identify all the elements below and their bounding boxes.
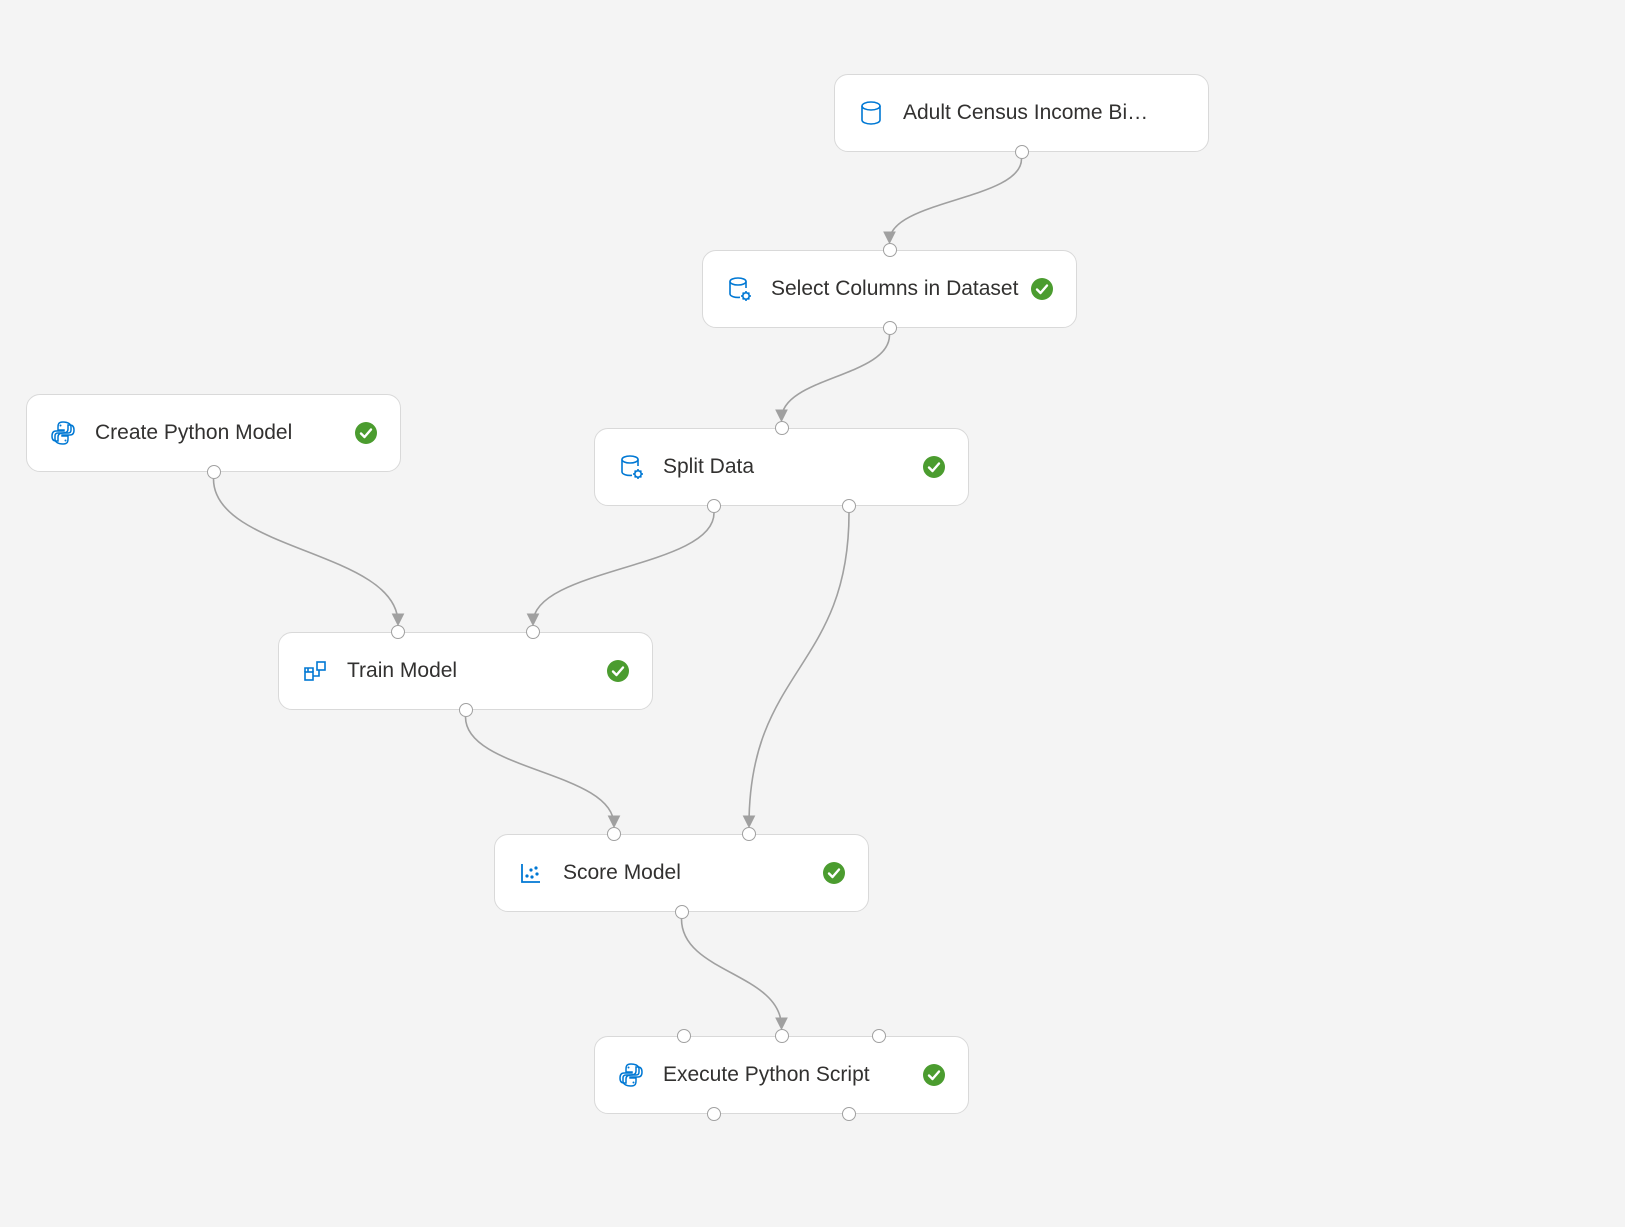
node-label: Select Columns in Dataset xyxy=(771,277,1020,301)
port[interactable] xyxy=(842,499,856,513)
status-badge xyxy=(822,861,846,885)
database-icon xyxy=(857,99,885,127)
database-gear-icon xyxy=(617,453,645,481)
train-icon xyxy=(301,657,329,685)
node-label: Execute Python Script xyxy=(663,1063,912,1087)
node-label: Create Python Model xyxy=(95,421,344,445)
port[interactable] xyxy=(1015,145,1029,159)
python-icon xyxy=(617,1061,645,1089)
node-score[interactable]: Score Model xyxy=(494,834,869,912)
port[interactable] xyxy=(842,1107,856,1121)
node-dataset[interactable]: Adult Census Income Binary ... xyxy=(834,74,1209,152)
node-execute[interactable]: Execute Python Script xyxy=(594,1036,969,1114)
port[interactable] xyxy=(775,1029,789,1043)
status-badge xyxy=(354,421,378,445)
port[interactable] xyxy=(459,703,473,717)
status-badge xyxy=(606,659,630,683)
status-badge xyxy=(922,455,946,479)
node-select[interactable]: Select Columns in Dataset xyxy=(702,250,1077,328)
port[interactable] xyxy=(391,625,405,639)
node-label: Train Model xyxy=(347,659,596,683)
node-train[interactable]: Train Model xyxy=(278,632,653,710)
port[interactable] xyxy=(607,827,621,841)
port[interactable] xyxy=(872,1029,886,1043)
edge xyxy=(214,479,399,623)
node-label: Split Data xyxy=(663,455,912,479)
port[interactable] xyxy=(742,827,756,841)
python-icon xyxy=(49,419,77,447)
port[interactable] xyxy=(207,465,221,479)
pipeline-canvas[interactable]: Adult Census Income Binary ... Select Col… xyxy=(0,0,1625,1227)
edge xyxy=(890,159,1022,241)
port[interactable] xyxy=(775,421,789,435)
port[interactable] xyxy=(707,499,721,513)
node-label: Adult Census Income Binary ... xyxy=(903,101,1152,125)
database-gear-icon xyxy=(725,275,753,303)
port[interactable] xyxy=(707,1107,721,1121)
port[interactable] xyxy=(526,625,540,639)
status-badge xyxy=(1162,101,1186,125)
status-badge xyxy=(922,1063,946,1087)
edge xyxy=(782,335,890,419)
port[interactable] xyxy=(675,905,689,919)
edge xyxy=(466,717,615,825)
node-create_model[interactable]: Create Python Model xyxy=(26,394,401,472)
edge xyxy=(749,513,849,825)
node-label: Score Model xyxy=(563,861,812,885)
port[interactable] xyxy=(883,321,897,335)
port[interactable] xyxy=(883,243,897,257)
node-split[interactable]: Split Data xyxy=(594,428,969,506)
edge xyxy=(533,513,714,623)
edge xyxy=(682,919,782,1027)
port[interactable] xyxy=(677,1029,691,1043)
status-badge xyxy=(1030,277,1054,301)
scatter-icon xyxy=(517,859,545,887)
